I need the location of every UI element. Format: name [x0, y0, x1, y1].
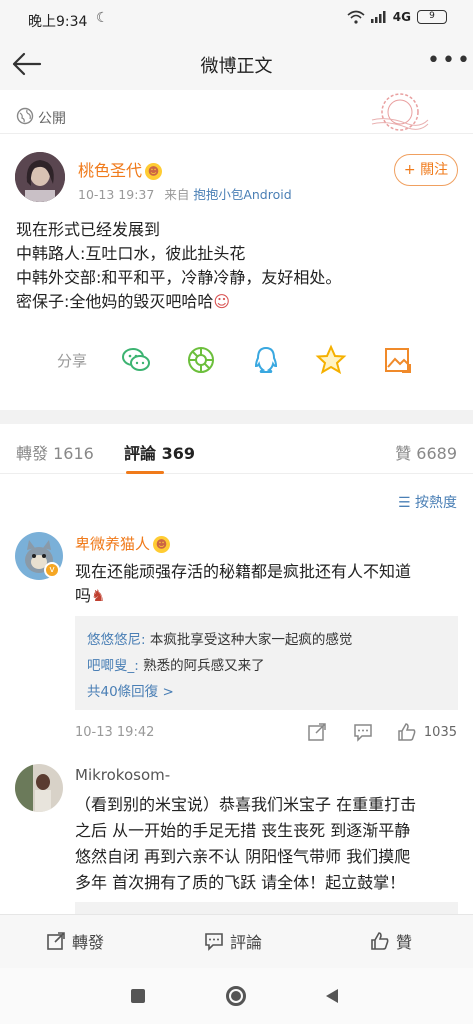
post-line: 密保子:全他妈的毁灭吧哈哈 [16, 292, 214, 311]
emoji-icon: ☺ [213, 292, 231, 311]
post-line: 中韩路人:互吐口水，彼此扯头花 [16, 244, 246, 263]
author-name[interactable]: 桃色圣代 ☻ [78, 157, 163, 181]
vip-badge-icon: ☻ [153, 536, 171, 553]
reply-item[interactable]: 吧唧叟_: 熟悉的阿兵感又来了 [87, 654, 265, 674]
like-icon[interactable] [397, 722, 417, 742]
comment-time: 10-13 19:42 [75, 725, 155, 740]
reply-author[interactable]: 悠悠悠尼: [87, 632, 146, 648]
battery-level: 9 [429, 11, 435, 21]
repost-label[interactable]: 轉發 [72, 929, 104, 953]
qq-icon[interactable] [250, 344, 282, 376]
commenter-name[interactable]: 卑微养猫人 ☻ [75, 533, 171, 554]
comment-line: 之后 从一开始的手足无措 丧生丧死 到逐渐平静 [75, 821, 411, 840]
post-meta: 10-13 19:37 来自 抱抱小包Android [78, 184, 292, 203]
home-icon[interactable] [226, 986, 246, 1006]
like-icon [371, 932, 389, 950]
commenter-avatar[interactable] [15, 764, 63, 812]
reply-text: 熟悉的阿兵感又来了 [143, 658, 265, 674]
tab-bar: 轉發 1616 評論 369 贊 6689 [0, 424, 473, 474]
more-options-icon[interactable]: ••• [427, 48, 470, 78]
status-icons: 4G 9 [347, 10, 447, 24]
battery-icon: 9 [417, 10, 447, 24]
like-button[interactable]: 贊 [370, 929, 412, 953]
tab-like[interactable]: 贊 6689 [395, 440, 457, 464]
comment-icon [205, 933, 223, 951]
comment-line: 吗 [75, 586, 92, 605]
comment-button[interactable]: 評論 [204, 929, 262, 953]
post-source[interactable]: 抱抱小包Android [193, 187, 291, 202]
source-prefix: 来自 [164, 187, 190, 202]
commenter-name-text[interactable]: 卑微养猫人 [75, 535, 150, 553]
reply-text: 本疯批享受这种大家一起疯的感觉 [149, 632, 353, 648]
sort-icon: ☰ [397, 495, 415, 511]
network-type: 4G [392, 10, 411, 24]
reply-item[interactable]: 悠悠悠尼: 本疯批享受这种大家一起疯的感觉 [87, 628, 352, 648]
post-line-last: 密保子:全他妈的毁灭吧哈哈☺ [16, 290, 461, 314]
moon-icon: ☾ [96, 10, 109, 26]
author-name-text[interactable]: 桃色圣代 [78, 161, 142, 180]
share-row: 分享 [0, 340, 473, 380]
follow-button[interactable]: + 關注 [394, 154, 458, 186]
post-line: 中韩外交部:和平和平，冷静冷静，友好相处。 [16, 268, 342, 287]
repost-button[interactable]: 轉發 [46, 929, 104, 953]
comment-line: （看到别的米宝说）恭喜我们米宝子 在重重打击 [75, 795, 417, 814]
save-image-icon[interactable] [382, 344, 414, 376]
stamp-decoration [371, 93, 429, 131]
comment-text: （看到别的米宝说）恭喜我们米宝子 在重重打击 之后 从一开始的手足无措 丧生丧死… [75, 792, 463, 896]
status-time: 晚上9:34 [28, 14, 88, 30]
more-replies-link[interactable]: 共40條回復 > [87, 680, 174, 700]
repost-icon[interactable] [307, 722, 327, 742]
recent-apps-icon[interactable] [131, 989, 145, 1003]
reply-icon[interactable] [353, 722, 373, 742]
post-line: 现在形式已经发展到 [16, 220, 161, 239]
reply-box[interactable]: 悠悠悠尼: 本疯批享受这种大家一起疯的感觉 吧唧叟_: 熟悉的阿兵感又来了 共4… [75, 616, 458, 710]
comment-line: 现在还能顽强存活的秘籍都是疯批还有人不知道 [75, 562, 412, 581]
author-avatar[interactable] [15, 152, 65, 202]
wifi-icon [347, 10, 365, 24]
back-icon[interactable] [324, 988, 340, 1004]
repost-icon [47, 932, 65, 950]
globe-icon [16, 107, 34, 125]
page-title: 微博正文 [200, 56, 273, 77]
sort-button[interactable]: ☰ 按熱度 [398, 492, 457, 512]
vip-badge-icon: ☻ [145, 163, 163, 180]
comment-label[interactable]: 評論 [230, 929, 262, 953]
like-label[interactable]: 贊 [396, 929, 412, 953]
active-tab-indicator [126, 471, 164, 474]
visibility-label: 公開 [38, 111, 66, 127]
wechat-icon[interactable] [120, 344, 152, 376]
emoji-icon: ♞ [91, 586, 106, 605]
tab-repost[interactable]: 轉發 1616 [16, 440, 94, 464]
tab-comment[interactable]: 評論 369 [124, 440, 195, 464]
commenter-name[interactable]: Mikrokosom- [75, 766, 170, 784]
comment-text: 现在还能顽强存活的秘籍都是疯批还有人不知道 吗♞ [75, 560, 460, 608]
comment-line: 多年 首次拥有了质的飞跃 请全体！起立鼓掌！ [75, 873, 406, 892]
bottom-action-bar: 轉發 評論 贊 [0, 914, 473, 968]
comment-line: 悠然自闭 再到六亲不认 阴阳怪气带师 我们摸爬 [75, 847, 411, 866]
favorite-star-icon[interactable] [315, 344, 347, 376]
signal-icon [370, 11, 386, 23]
nav-bar: 微博正文 ••• [0, 40, 473, 90]
post-body: 现在形式已经发展到 中韩路人:互吐口水，彼此扯头花 中韩外交部:和平和平，冷静冷… [16, 218, 461, 314]
status-bar: 晚上9:34 ☾ 4G 9 [0, 0, 473, 40]
like-count: 1035 [423, 725, 457, 740]
comment-actions: 10-13 19:42 1035 [75, 722, 465, 744]
post-time: 10-13 19:37 [78, 187, 155, 202]
reply-box-partial [75, 902, 458, 914]
reply-author[interactable]: 吧唧叟_: [87, 658, 139, 674]
moments-icon[interactable] [185, 344, 217, 376]
system-nav-bar [0, 968, 473, 1024]
sort-label[interactable]: 按熱度 [415, 495, 457, 511]
share-label: 分享 [57, 352, 88, 370]
comment-line-last: 吗♞ [75, 584, 460, 608]
section-divider [0, 410, 473, 424]
verified-badge-icon: v [44, 562, 60, 578]
